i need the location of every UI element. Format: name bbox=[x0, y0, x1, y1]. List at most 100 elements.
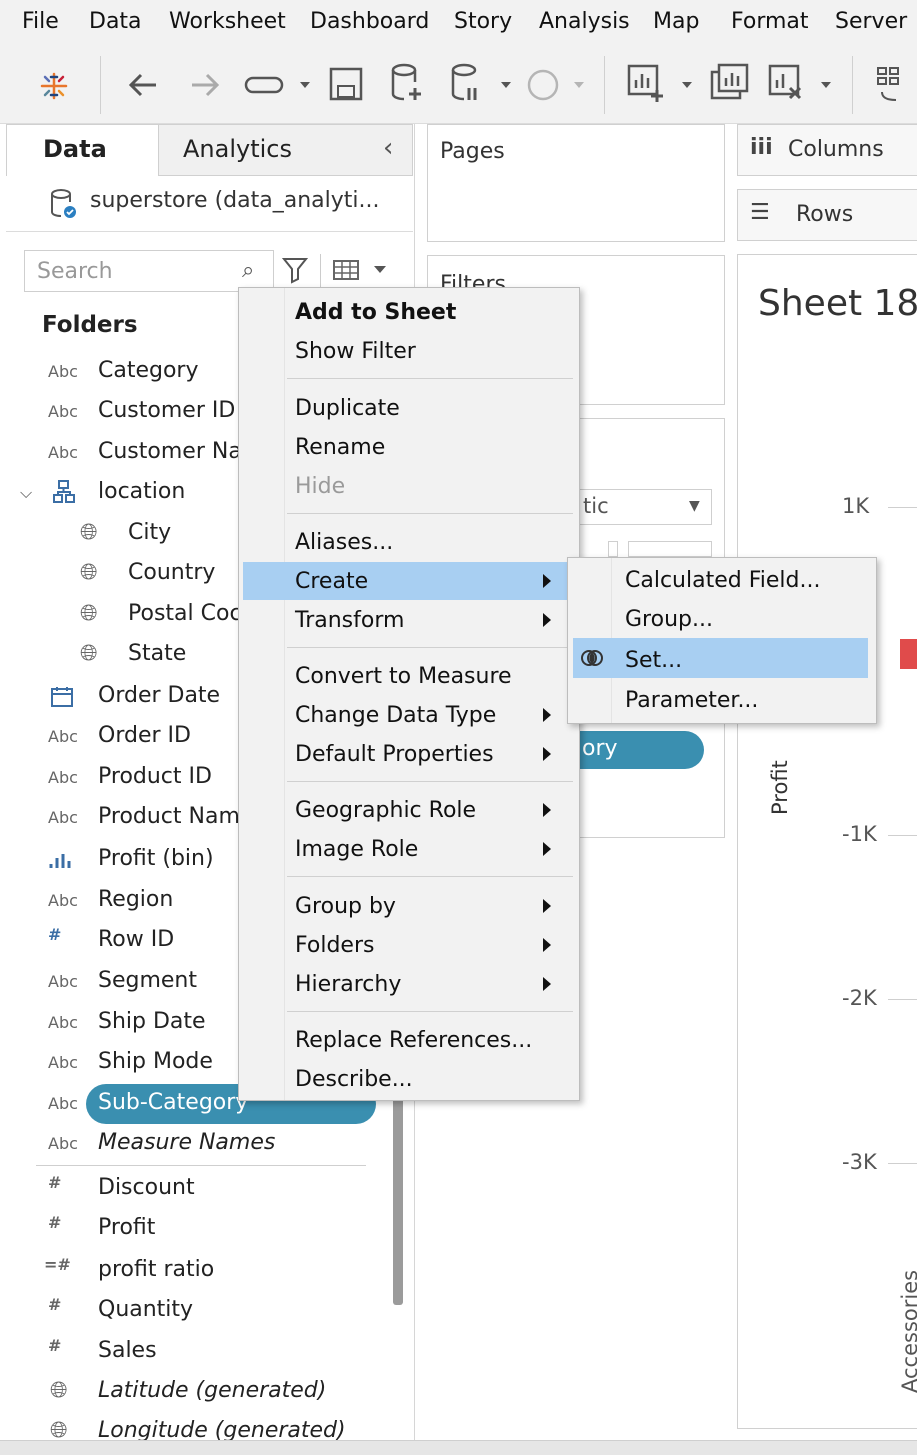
submenu-arrow-icon bbox=[543, 747, 551, 761]
field-order-id[interactable]: Abc Order ID bbox=[48, 723, 238, 763]
marks-field-pill[interactable]: ory bbox=[578, 731, 704, 769]
submenu-item-group[interactable]: Group... bbox=[625, 607, 713, 632]
rows-shelf[interactable]: ☰ Rows bbox=[737, 189, 917, 241]
bar-mark[interactable] bbox=[900, 639, 917, 669]
field-country[interactable]: 🌐︎ Country bbox=[80, 560, 238, 600]
field-region[interactable]: Abc Region bbox=[48, 887, 238, 927]
field-sales[interactable]: # Sales bbox=[48, 1336, 368, 1378]
columns-icon: iii bbox=[750, 135, 773, 160]
field-profit-bin[interactable]: Profit (bin) bbox=[48, 846, 238, 886]
chevron-down-icon[interactable]: ⌵ bbox=[20, 483, 32, 503]
duplicate-sheet-icon[interactable] bbox=[710, 62, 750, 104]
abc-icon: Abc bbox=[48, 727, 78, 746]
hash-icon: # bbox=[48, 1295, 62, 1314]
menu-item-image-role[interactable]: Image Role bbox=[295, 837, 418, 862]
submenu-item-set[interactable]: Set... bbox=[625, 648, 682, 673]
field-customer-name[interactable]: Abc Customer Na bbox=[48, 439, 238, 479]
menu-item-folders[interactable]: Folders bbox=[295, 933, 374, 958]
field-quantity[interactable]: # Quantity bbox=[48, 1295, 368, 1337]
menu-item-describe[interactable]: Describe... bbox=[295, 1067, 413, 1092]
field-product-name[interactable]: Abc Product Nam bbox=[48, 804, 238, 844]
tableau-logo-icon[interactable] bbox=[36, 68, 72, 104]
globe-icon: 🌐︎ bbox=[80, 520, 98, 545]
menu-item-geographic-role[interactable]: Geographic Role bbox=[295, 798, 476, 823]
abc-icon: Abc bbox=[48, 443, 78, 462]
pause-updates-icon[interactable] bbox=[449, 62, 519, 104]
tab-analytics[interactable]: Analytics ‹ bbox=[158, 124, 413, 176]
field-measure-names[interactable]: Abc Measure Names bbox=[48, 1130, 368, 1170]
menu-item-convert-to-measure[interactable]: Convert to Measure bbox=[295, 664, 512, 689]
field-list-scrollbar[interactable] bbox=[393, 1090, 403, 1305]
field-order-date[interactable]: Order Date bbox=[50, 683, 238, 723]
field-ship-date[interactable]: Abc Ship Date bbox=[48, 1009, 238, 1049]
collapse-pane-icon[interactable]: ‹ bbox=[383, 133, 393, 163]
back-arrow-icon[interactable] bbox=[124, 66, 162, 104]
menu-item-rename[interactable]: Rename bbox=[295, 435, 385, 460]
menu-analysis[interactable]: Analysis bbox=[539, 9, 630, 34]
refresh-icon[interactable] bbox=[524, 66, 594, 104]
swap-icon[interactable] bbox=[874, 64, 914, 104]
menu-item-hierarchy[interactable]: Hierarchy bbox=[295, 972, 401, 997]
view-data-icon[interactable] bbox=[332, 258, 392, 286]
field-product-id[interactable]: Abc Product ID bbox=[48, 764, 238, 804]
abc-icon: Abc bbox=[48, 768, 78, 787]
tab-data[interactable]: Data bbox=[6, 124, 158, 176]
field-latitude[interactable]: 🌐︎ Latitude (generated) bbox=[50, 1378, 370, 1418]
field-city[interactable]: 🌐︎ City bbox=[80, 520, 238, 560]
menu-dashboard[interactable]: Dashboard bbox=[310, 9, 429, 34]
submenu-arrow-icon bbox=[543, 708, 551, 722]
menu-item-group-by[interactable]: Group by bbox=[295, 894, 396, 919]
field-longitude[interactable]: 🌐︎ Longitude (generated) bbox=[50, 1418, 370, 1440]
menu-item-show-filter[interactable]: Show Filter bbox=[295, 339, 416, 364]
filter-icon[interactable] bbox=[281, 256, 309, 288]
menu-item-add-to-sheet[interactable]: Add to Sheet bbox=[295, 300, 456, 325]
field-row-id[interactable]: # Row ID bbox=[48, 925, 238, 967]
forward-arrow-icon[interactable] bbox=[186, 66, 224, 104]
columns-shelf[interactable]: iii Columns bbox=[737, 124, 917, 176]
search-input[interactable]: Search bbox=[24, 250, 274, 292]
save-icon[interactable] bbox=[329, 66, 363, 102]
menu-data[interactable]: Data bbox=[89, 9, 142, 34]
abc-icon: Abc bbox=[48, 402, 78, 421]
pages-shelf[interactable]: Pages bbox=[427, 124, 725, 242]
x-category-label: Accessories bbox=[898, 1269, 917, 1393]
field-category[interactable]: Abc Category bbox=[48, 358, 238, 398]
submenu-item-parameter[interactable]: Parameter... bbox=[625, 688, 758, 713]
hash-icon: # bbox=[48, 1213, 62, 1232]
submenu-item-calculated-field[interactable]: Calculated Field... bbox=[625, 568, 820, 593]
menu-server[interactable]: Server bbox=[835, 9, 907, 34]
menu-item-default-properties[interactable]: Default Properties bbox=[295, 742, 494, 767]
field-location-hierarchy[interactable]: ⌵ location bbox=[20, 479, 238, 519]
new-worksheet-icon[interactable] bbox=[627, 62, 697, 104]
new-data-source-icon[interactable] bbox=[389, 62, 425, 104]
menu-item-create[interactable]: Create bbox=[295, 569, 368, 594]
clear-sheet-icon[interactable] bbox=[768, 62, 838, 104]
field-profit[interactable]: # Profit bbox=[48, 1213, 368, 1255]
field-profit-ratio[interactable]: =# profit ratio bbox=[44, 1255, 368, 1297]
menu-item-replace-references[interactable]: Replace References... bbox=[295, 1028, 532, 1053]
menu-story[interactable]: Story bbox=[454, 9, 512, 34]
sheet-view[interactable]: Sheet 18 Profit Accessories bbox=[737, 254, 917, 1429]
menu-format[interactable]: Format bbox=[731, 9, 809, 34]
menu-item-change-data-type[interactable]: Change Data Type bbox=[295, 703, 496, 728]
menu-map[interactable]: Map bbox=[653, 9, 699, 34]
field-ship-mode[interactable]: Abc Ship Mode bbox=[48, 1049, 238, 1089]
menu-item-aliases[interactable]: Aliases... bbox=[295, 530, 393, 555]
y-tick-label: -1K bbox=[842, 822, 877, 846]
redo-icon[interactable] bbox=[244, 70, 314, 100]
menu-worksheet[interactable]: Worksheet bbox=[169, 9, 286, 34]
menu-item-duplicate[interactable]: Duplicate bbox=[295, 396, 400, 421]
menu-item-transform[interactable]: Transform bbox=[295, 608, 404, 633]
field-discount[interactable]: # Discount bbox=[48, 1173, 368, 1215]
field-customer-id[interactable]: Abc Customer ID bbox=[48, 398, 238, 438]
submenu-arrow-icon bbox=[543, 977, 551, 991]
field-segment[interactable]: Abc Segment bbox=[48, 968, 238, 1008]
hash-icon: # bbox=[48, 925, 62, 944]
submenu-arrow-icon bbox=[543, 803, 551, 817]
menu-file[interactable]: File bbox=[22, 9, 59, 34]
measure-divider bbox=[36, 1165, 366, 1166]
mark-type-dropdown[interactable]: tic ▼ bbox=[578, 489, 712, 525]
field-state[interactable]: 🌐︎ State bbox=[80, 641, 238, 681]
datasource-row[interactable]: superstore (data_analyti... bbox=[6, 176, 413, 232]
field-postal-code[interactable]: 🌐︎ Postal Coc bbox=[80, 601, 238, 641]
